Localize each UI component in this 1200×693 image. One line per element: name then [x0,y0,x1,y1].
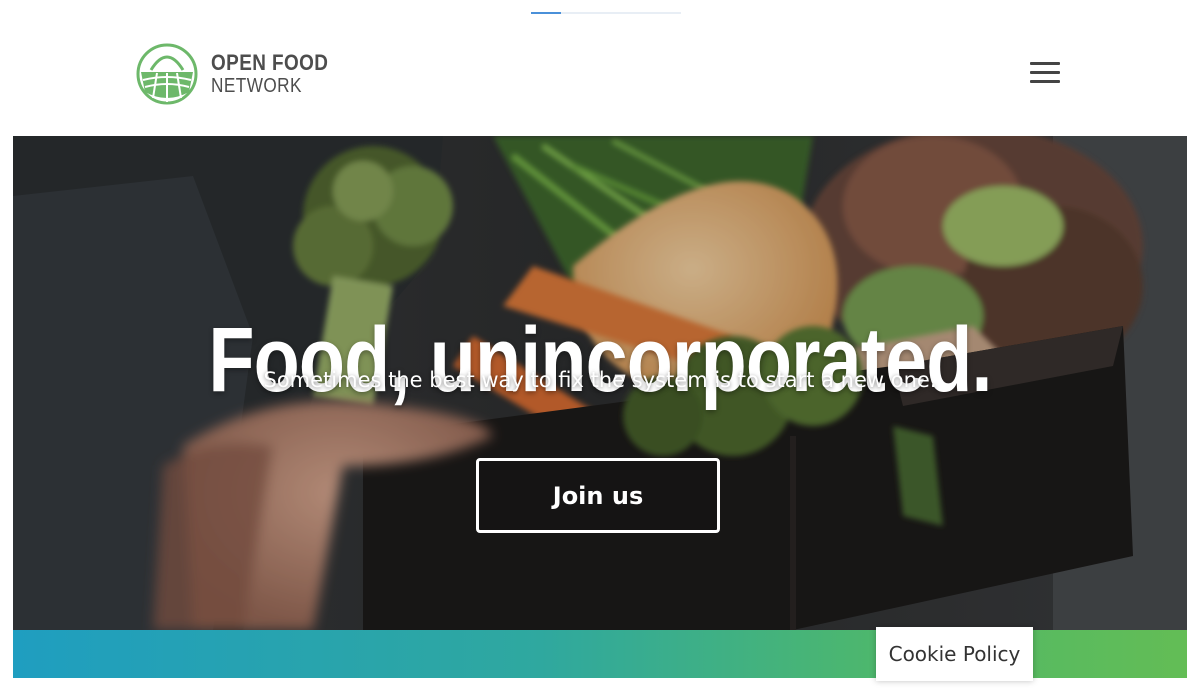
menu-bar [1030,71,1060,74]
menu-bar [1030,62,1060,65]
hamburger-menu-icon[interactable] [1028,60,1064,86]
logo-line-1: OPEN FOOD [211,50,329,75]
menu-bar [1030,80,1060,83]
hero-title: Food, unincorporated. [208,308,992,411]
logo-wordmark: OPEN FOOD NETWORK [211,50,348,97]
site-logo-link[interactable]: OPEN FOOD NETWORK [135,40,348,108]
hero-banner: Food, unincorporated. Sometimes the best… [13,136,1187,630]
site-header: OPEN FOOD NETWORK [0,0,1200,136]
basket-logo-icon [135,40,199,108]
cookie-policy-button[interactable]: Cookie Policy [876,627,1033,681]
logo-line-2: NETWORK [211,75,302,97]
hero-subtitle: Sometimes the best way to fix the system… [263,368,937,392]
page: OPEN FOOD NETWORK Food, unincorporated. … [0,0,1200,693]
join-us-button[interactable]: Join us [476,458,720,533]
